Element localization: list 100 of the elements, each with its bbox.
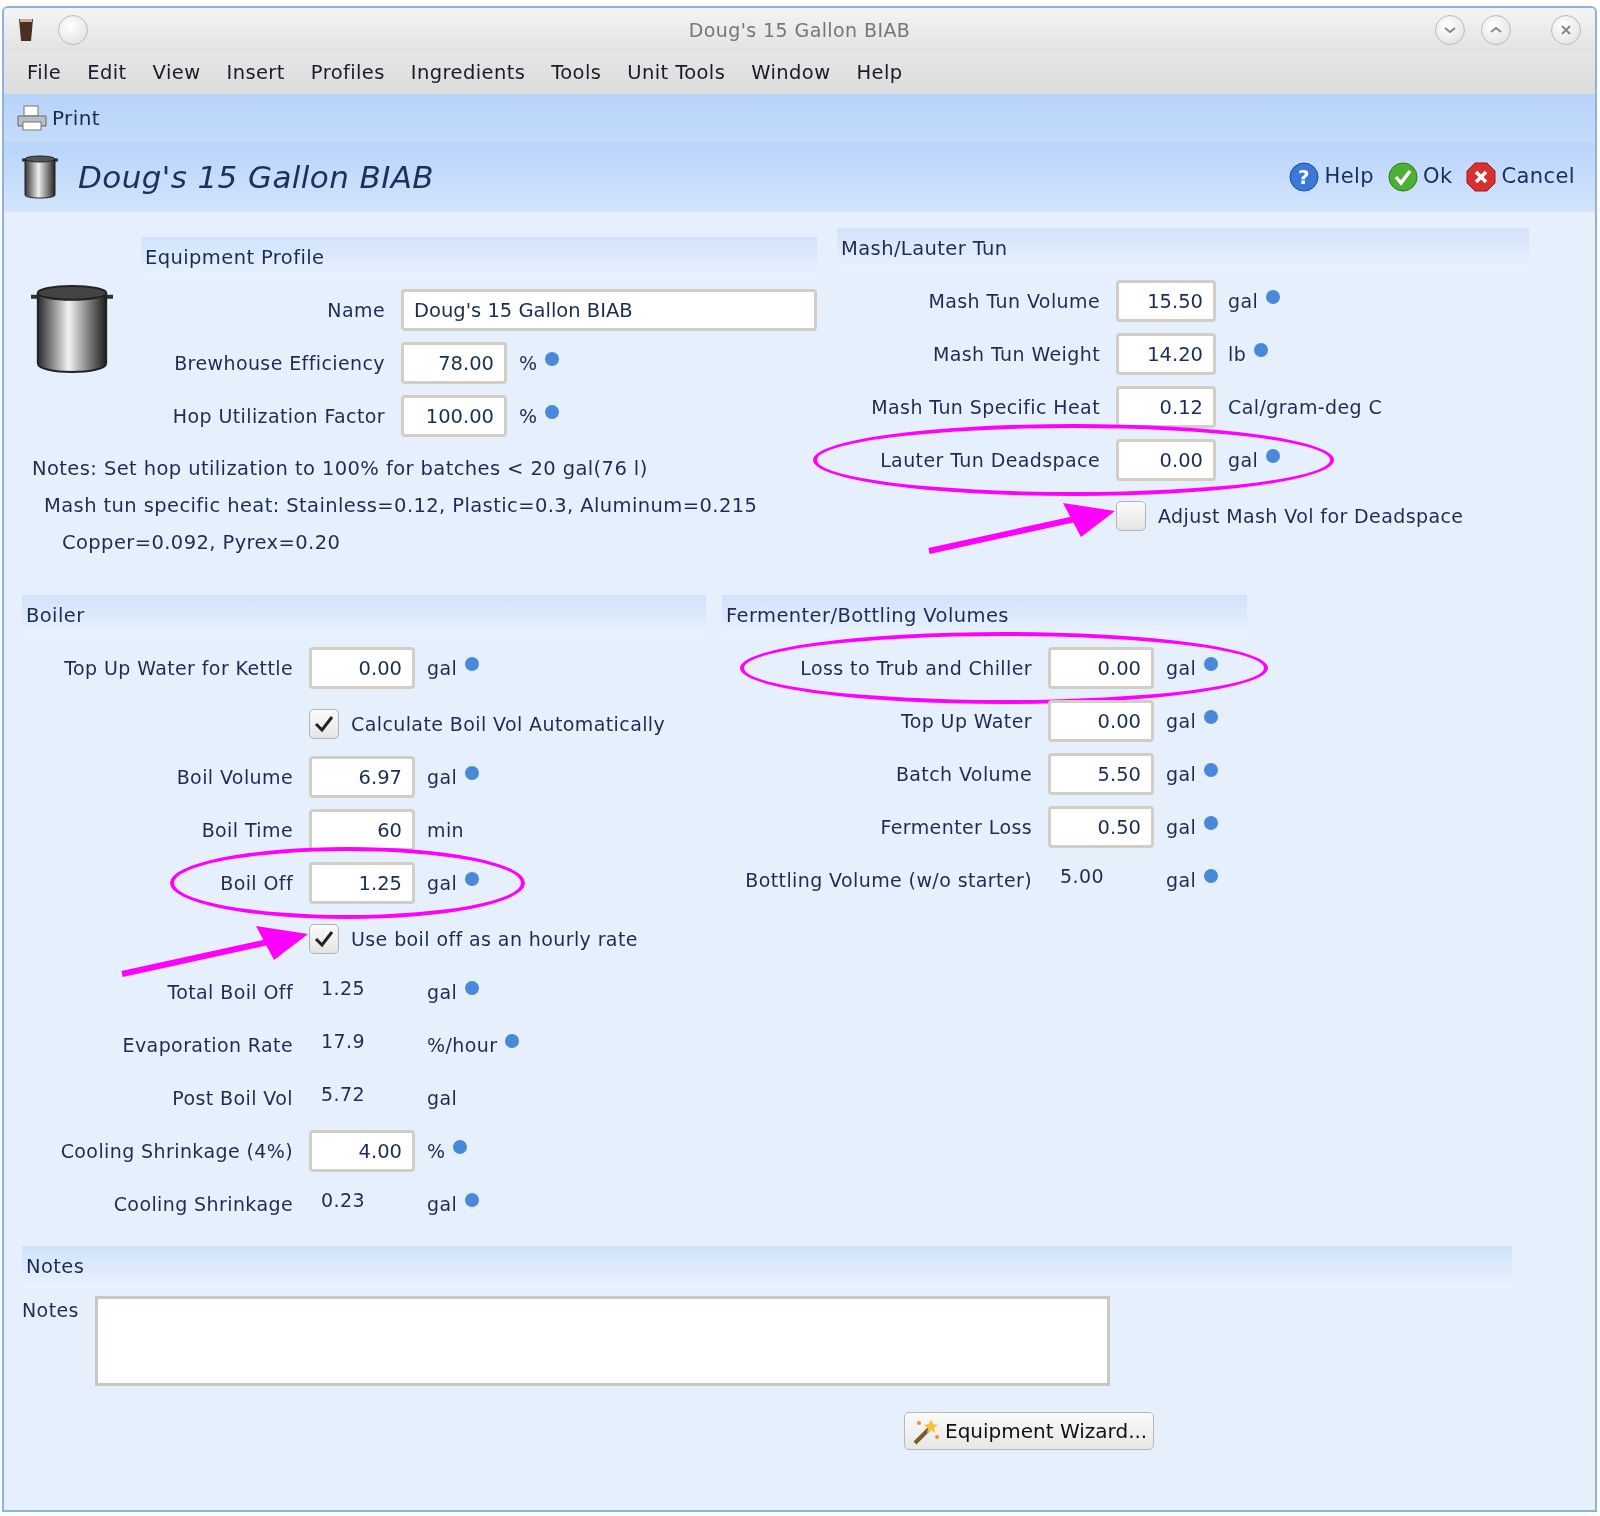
note-text: Mash tun specific heat: Stainless=0.12, Plastic=0.3, Aluminum=0.215 (43, 493, 759, 519)
unit-label: gal (1166, 655, 1197, 681)
field-label: Brewhouse Efficiency (173, 350, 385, 376)
cancel-button[interactable]: Cancel (1466, 161, 1575, 193)
unit-label: gal (427, 764, 458, 790)
checkmark-icon (314, 930, 334, 948)
cancel-icon (1466, 162, 1497, 192)
number-field[interactable]: 0.50 (1048, 806, 1154, 848)
checkbox-label: Calculate Boil Vol Automatically (351, 711, 666, 737)
number-field[interactable]: 60 (309, 809, 415, 851)
field-label: Name (326, 297, 385, 323)
number-field[interactable]: 4.00 (309, 1130, 415, 1172)
field-label: Post Boil Vol (171, 1085, 293, 1111)
maximize-button[interactable] (1481, 15, 1511, 45)
close-button[interactable] (1551, 15, 1581, 45)
field-label: Boil Time (200, 817, 293, 843)
number-field[interactable]: 6.97 (309, 756, 415, 798)
number-field[interactable]: 0.00 (1048, 647, 1154, 689)
unit-label: gal (1166, 761, 1197, 787)
unit-label: % (519, 350, 538, 376)
unit-label: Cal/gram-deg C (1228, 394, 1383, 420)
menu-item[interactable]: Unit Tools (614, 56, 739, 90)
field-label: Lauter Tun Deadspace (879, 447, 1100, 473)
menu-item[interactable]: Tools (538, 56, 615, 90)
window-menu-button[interactable] (58, 15, 88, 45)
number-field[interactable]: 1.25 (309, 862, 415, 904)
section-header: Fermenter/Bottling Volumes (722, 595, 1247, 637)
field-label: Mash Tun Specific Heat (870, 394, 1100, 420)
magic-wand-icon (911, 1417, 941, 1445)
glass-icon (18, 18, 34, 42)
menu-item[interactable]: Insert (213, 56, 298, 90)
unit-label: min (427, 817, 465, 843)
field-label: Hop Utilization Factor (171, 403, 385, 429)
minimize-button[interactable] (1435, 15, 1465, 45)
unit-label: %/hour (427, 1032, 498, 1058)
chevron-up-icon (1489, 25, 1503, 35)
number-field[interactable]: 5.50 (1048, 753, 1154, 795)
field-label: Notes (22, 1298, 79, 1323)
checkmark-icon (1387, 162, 1418, 192)
menu-item[interactable]: Window (738, 56, 844, 90)
unit-label: gal (427, 1085, 458, 1111)
ok-button[interactable]: Ok (1387, 161, 1453, 193)
value-text: 1.25 (320, 976, 366, 1001)
field-label: Bottling Volume (w/o starter) (744, 867, 1032, 893)
chevron-down-icon (1443, 25, 1457, 35)
section-header: Mash/Lauter Tun (837, 228, 1529, 270)
help-button[interactable]: ? Help (1289, 161, 1374, 193)
field-label: Total Boil Off (166, 979, 293, 1005)
unit-label: gal (427, 979, 458, 1005)
close-icon (1560, 24, 1572, 36)
profile-title: Doug's 15 Gallon BIAB (78, 157, 434, 197)
field-label: Mash Tun Volume (927, 288, 1100, 314)
field-label: Mash Tun Weight (931, 341, 1100, 367)
checkmark-icon (314, 715, 334, 733)
unit-label: gal (427, 1191, 458, 1217)
unit-label: gal (1228, 288, 1259, 314)
equipment-wizard-button[interactable]: Equipment Wizard... (904, 1412, 1155, 1450)
unit-label: % (427, 1138, 446, 1164)
note-text: Copper=0.092, Pyrex=0.20 (61, 530, 342, 556)
field-label: Top Up Water for Kettle (63, 655, 293, 681)
menu-item[interactable]: Ingredients (397, 56, 539, 90)
menu-item[interactable]: Edit (74, 56, 140, 90)
number-field[interactable]: 78.00 (401, 342, 507, 384)
number-field[interactable]: 0.00 (1116, 439, 1216, 481)
checkbox[interactable] (309, 709, 339, 739)
menu-item[interactable]: Profiles (297, 56, 398, 90)
unit-label: gal (1166, 867, 1197, 893)
field-label: Boil Off (219, 870, 293, 896)
number-field[interactable]: 0.12 (1116, 386, 1216, 428)
value-text: 17.9 (320, 1029, 366, 1054)
print-button[interactable]: Print (16, 103, 100, 133)
number-field[interactable]: 14.20 (1116, 333, 1216, 375)
field-label: Cooling Shrinkage (112, 1191, 293, 1217)
help-icon: ? (1289, 162, 1320, 192)
checkbox-label: Use boil off as an hourly rate (351, 926, 638, 952)
window-title: Doug's 15 Gallon BIAB (688, 18, 911, 41)
checkbox-label: Adjust Mash Vol for Deadspace (1158, 503, 1464, 529)
section-header: Boiler (22, 595, 706, 637)
unit-label: % (519, 403, 538, 429)
value-text: 5.72 (320, 1082, 366, 1107)
menu-item[interactable]: Help (843, 56, 916, 90)
menu-item[interactable]: File (14, 56, 75, 90)
notes-field[interactable] (94, 1296, 1110, 1386)
value-text: 0.23 (320, 1188, 366, 1213)
unit-label: lb (1228, 341, 1247, 367)
field-label: Batch Volume (894, 761, 1032, 787)
note-text: Notes: Set hop utilization to 100% for batches < 20 gal(76 l) (31, 456, 649, 482)
number-field[interactable]: 0.00 (309, 647, 415, 689)
number-field[interactable]: 100.00 (401, 395, 507, 437)
unit-label: gal (1166, 814, 1197, 840)
unit-label: gal (1166, 708, 1197, 734)
number-field[interactable]: 15.50 (1116, 280, 1216, 322)
field-label: Cooling Shrinkage (4%) (59, 1138, 293, 1164)
field-label: Top Up Water (899, 708, 1032, 734)
field-label: Boil Volume (175, 764, 293, 790)
name-field[interactable]: Doug's 15 Gallon BIAB (401, 289, 817, 331)
section-header: Notes (22, 1246, 1512, 1288)
menu-item[interactable]: View (139, 56, 214, 90)
field-label: Evaporation Rate (121, 1032, 293, 1058)
number-field[interactable]: 0.00 (1048, 700, 1154, 742)
